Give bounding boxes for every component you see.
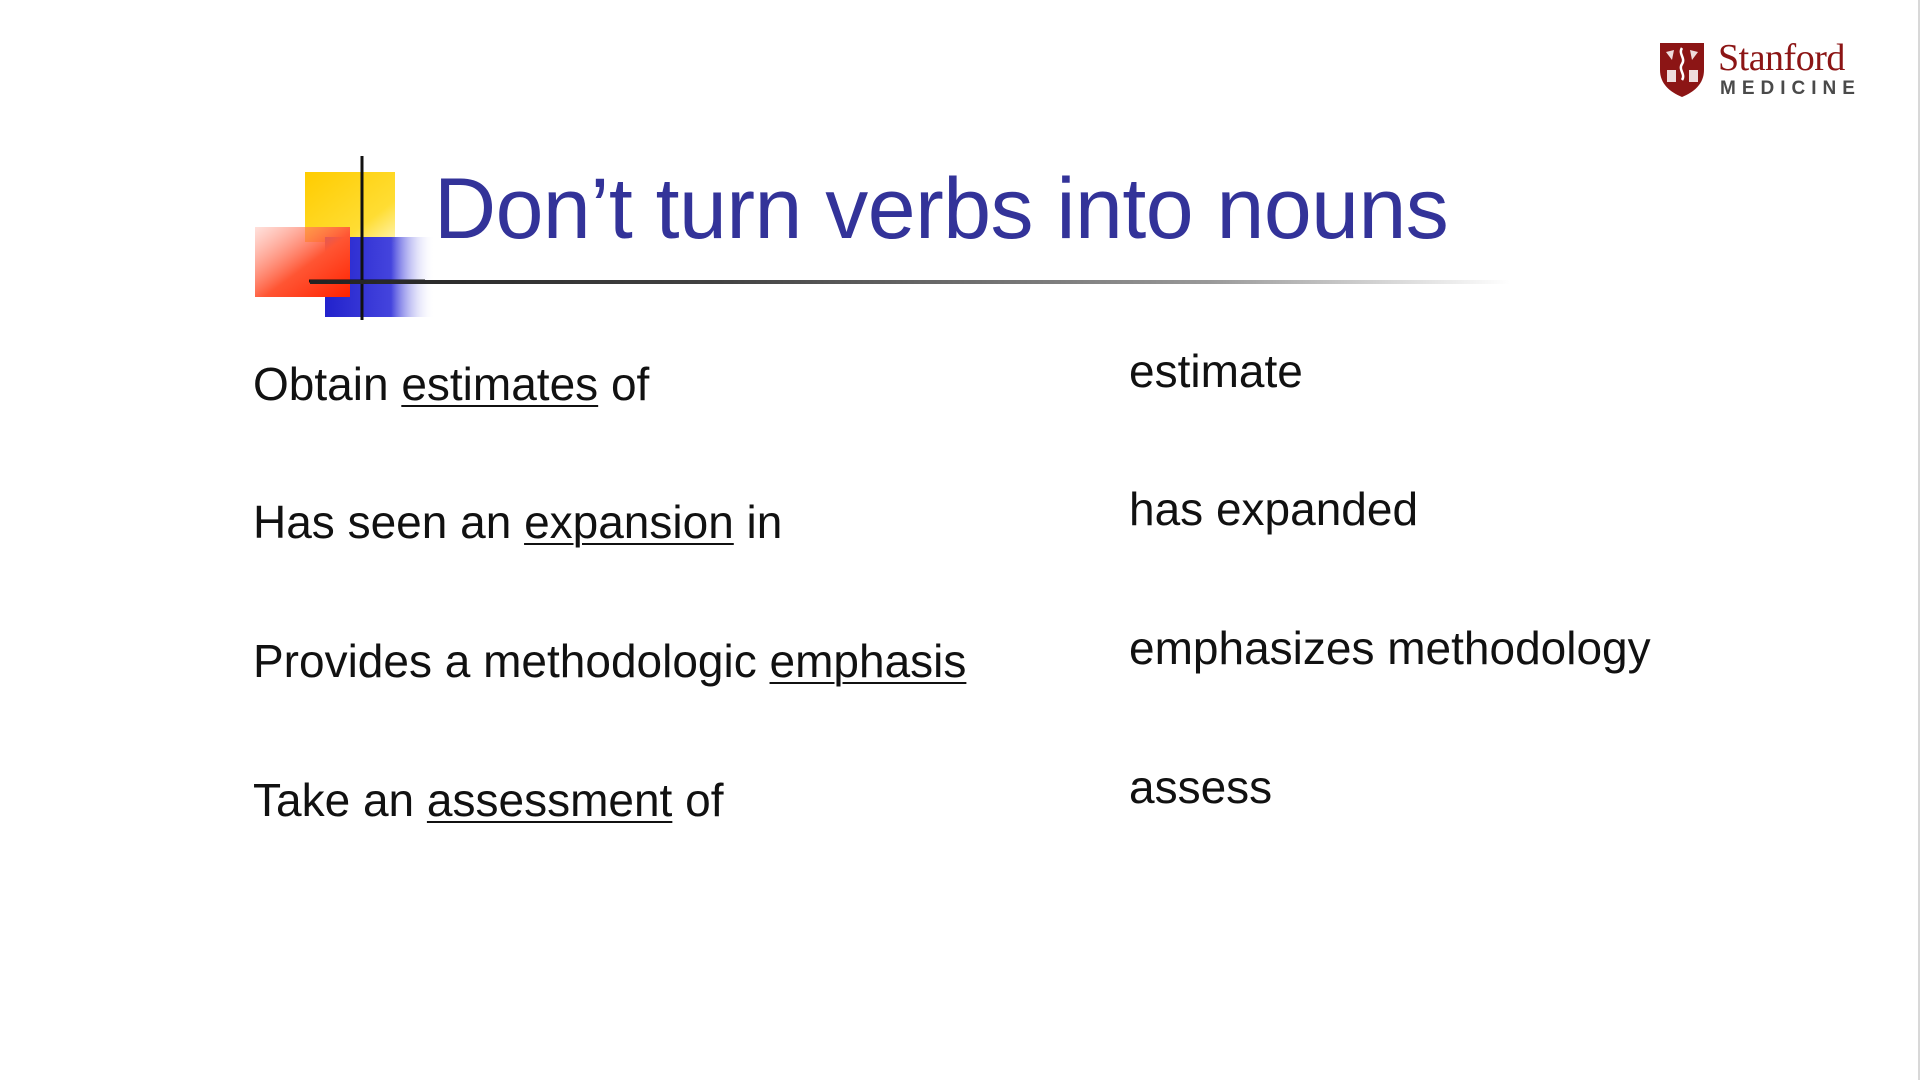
wordy-phrase-3: Provides a methodologic emphasis — [253, 634, 966, 688]
concise-verb-3: emphasizes methodology — [1129, 622, 1651, 674]
nominalized-noun: assessment — [426, 774, 673, 826]
phrase-text-before: Obtain — [253, 358, 402, 410]
nominalized-noun: expansion — [524, 496, 734, 548]
wordy-phrase-1: Obtain estimates of — [253, 357, 649, 411]
stanford-medicine-logo: Stanford MEDICINE — [1658, 37, 1878, 102]
stanford-shield-icon — [1660, 43, 1704, 97]
phrase-text-before: Has seen an — [253, 496, 525, 548]
phrase-text-after: of — [598, 358, 650, 410]
logo-subtitle: MEDICINE — [1720, 78, 1861, 99]
slide: Stanford MEDICINE Don’t turn verbs into … — [0, 0, 1920, 1080]
phrase-text-before: Take an — [253, 774, 427, 826]
slide-title: Don’t turn verbs into nouns — [434, 161, 1449, 257]
wordy-phrase-4: Take an assessment of — [253, 773, 724, 827]
title-ornament-graphic — [255, 156, 435, 320]
nominalized-noun: estimates — [401, 358, 599, 410]
concise-verb-2: has expanded — [1129, 483, 1419, 535]
concise-verb-1: estimate — [1129, 345, 1303, 397]
phrase-text-after: in — [733, 496, 783, 548]
concise-verb-4: assess — [1129, 761, 1273, 813]
phrase-text-after: of — [672, 774, 724, 826]
phrase-text-before: Provides a methodologic — [253, 635, 770, 687]
wordy-phrase-2: Has seen an expansion in — [253, 495, 782, 549]
nominalized-noun: emphasis — [769, 635, 967, 687]
title-underline-rule — [310, 280, 1510, 284]
logo-wordmark: Stanford — [1718, 37, 1845, 79]
